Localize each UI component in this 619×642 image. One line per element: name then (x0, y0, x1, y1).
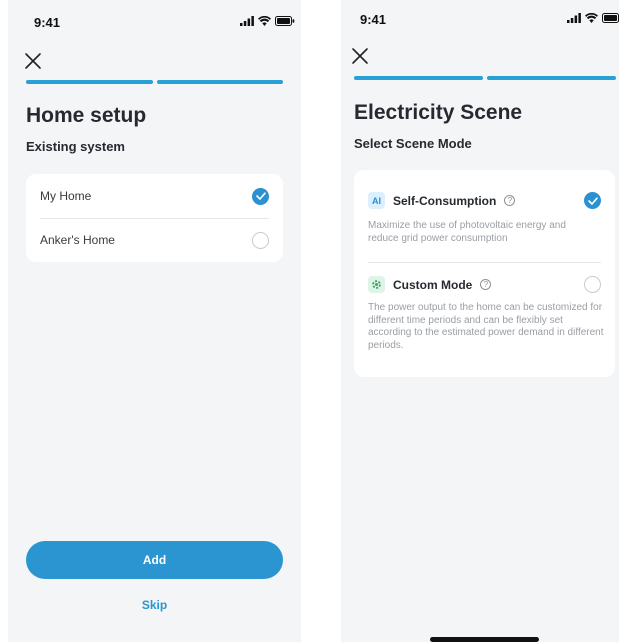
add-button[interactable]: Add (26, 541, 283, 579)
mode-title: Custom Mode (393, 277, 473, 292)
status-bar: 9:41 (341, 0, 619, 40)
mode-description: The power output to the home can be cust… (368, 302, 604, 351)
radio-checked[interactable] (584, 192, 601, 209)
close-icon (25, 53, 41, 69)
ai-badge: AI (368, 192, 385, 209)
page-title: Home setup (26, 104, 147, 127)
home-option-label: Anker's Home (40, 233, 115, 247)
wifi-icon (585, 13, 598, 23)
skip-link[interactable]: Skip (8, 598, 301, 612)
battery-icon (602, 13, 619, 23)
electricity-scene-screen: 9:41 Electricity Scene Select Scene Mode… (341, 0, 619, 642)
close-icon (352, 48, 368, 64)
scene-mode-card: AI Self-Consumption ? Maximize the use o… (354, 170, 615, 377)
status-icons (240, 14, 295, 28)
status-time: 9:41 (34, 15, 61, 30)
battery-icon (275, 16, 295, 26)
progress-step-1 (354, 76, 483, 80)
home-option-label: My Home (40, 189, 92, 203)
mode-option-custom[interactable]: Custom Mode ? The power output to the ho… (354, 262, 615, 377)
mode-title: Self-Consumption (393, 193, 497, 208)
mode-header: AI Self-Consumption ? (368, 192, 516, 209)
wifi-icon (258, 16, 271, 26)
status-time: 9:41 (360, 12, 387, 27)
status-bar: 9:41 (8, 0, 301, 40)
page-subtitle: Select Scene Mode (354, 136, 472, 151)
signal-icon (567, 13, 581, 23)
help-icon[interactable]: ? (504, 195, 516, 206)
home-indicator (430, 637, 539, 642)
help-icon[interactable]: ? (480, 279, 492, 290)
gear-icon (368, 276, 385, 293)
home-option-ankers-home[interactable]: Anker's Home (26, 218, 283, 262)
check-icon (255, 192, 266, 200)
radio-checked[interactable] (252, 187, 269, 205)
status-icons (567, 11, 619, 25)
close-button[interactable] (349, 45, 371, 67)
home-option-my-home[interactable]: My Home (26, 174, 283, 218)
mode-header: Custom Mode ? (368, 276, 492, 293)
mode-description: Maximize the use of photovoltaic energy … (368, 220, 566, 244)
page-subtitle: Existing system (26, 139, 125, 154)
mode-option-self-consumption[interactable]: AI Self-Consumption ? Maximize the use o… (354, 170, 615, 262)
signal-icon (240, 16, 254, 26)
setup-progress-bar (26, 80, 283, 84)
radio-unchecked[interactable] (584, 276, 601, 293)
home-list-card: My Home Anker's Home (26, 174, 283, 262)
check-icon (587, 196, 598, 205)
setup-progress-bar (354, 76, 616, 80)
radio-unchecked[interactable] (252, 231, 269, 249)
progress-step-2 (156, 80, 283, 84)
home-setup-screen: 9:41 Home setup Existing system My Home … (8, 0, 301, 642)
close-button[interactable] (22, 50, 44, 72)
progress-step-1 (26, 80, 153, 84)
progress-step-2 (487, 76, 616, 80)
page-title: Electricity Scene (354, 101, 523, 124)
